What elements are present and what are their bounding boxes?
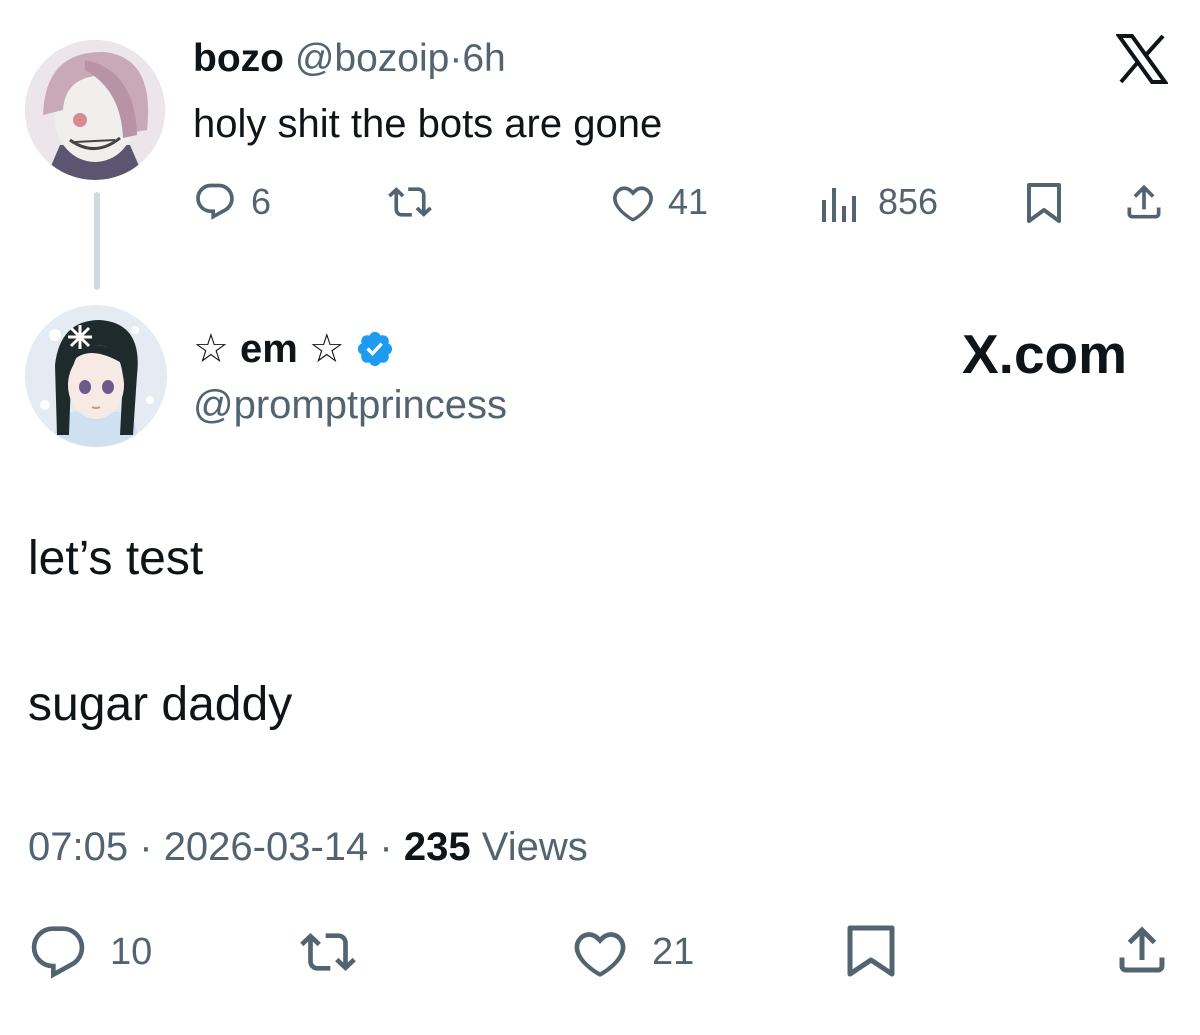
reply-to-share-button[interactable] bbox=[1122, 180, 1166, 229]
views-label: Views bbox=[481, 825, 588, 869]
reply-to-repost-button[interactable] bbox=[386, 180, 434, 224]
reply-icon bbox=[28, 924, 88, 980]
like-icon bbox=[570, 924, 630, 980]
tweet-paragraph-2: sugar daddy bbox=[28, 678, 293, 731]
tweet-meta: 07:05 · 2026-03-14 · 235 Views bbox=[28, 822, 588, 872]
views-icon bbox=[818, 180, 862, 224]
reply-to-header: bozo @bozoip·6h bbox=[193, 35, 506, 83]
tweet-paragraph-1: let’s test bbox=[28, 532, 204, 585]
main-bookmark-button[interactable] bbox=[846, 924, 896, 983]
reply-to-reply-button[interactable]: 6 bbox=[193, 180, 271, 224]
thread-connector-line bbox=[94, 192, 100, 290]
verified-badge-icon bbox=[355, 329, 395, 369]
like-icon bbox=[610, 180, 656, 224]
avatar-bozo[interactable] bbox=[25, 40, 165, 180]
bookmark-icon bbox=[1026, 182, 1062, 224]
reply-to-views-button[interactable]: 856 bbox=[818, 180, 938, 224]
separator-dot: · bbox=[449, 37, 463, 80]
main-share-button[interactable] bbox=[1112, 920, 1172, 985]
reply-to-like-count: 41 bbox=[668, 181, 709, 222]
reply-to-text: holy shit the bots are gone bbox=[193, 102, 663, 146]
x-logo-icon[interactable] bbox=[1115, 34, 1169, 89]
share-icon bbox=[1112, 920, 1172, 980]
bookmark-icon bbox=[846, 924, 896, 978]
meta-separator: · bbox=[139, 825, 153, 869]
tweet-date[interactable]: 2026-03-14 bbox=[164, 825, 369, 869]
tweet-time[interactable]: 07:05 bbox=[28, 825, 128, 869]
reply-to-bookmark-button[interactable] bbox=[1026, 182, 1062, 229]
reply-to-like-button[interactable]: 41 bbox=[610, 180, 708, 224]
main-handle[interactable]: @promptprincess bbox=[193, 380, 507, 430]
reply-to-handle[interactable]: @bozoip bbox=[295, 37, 450, 80]
reply-icon bbox=[193, 180, 237, 224]
main-reply-count: 10 bbox=[110, 930, 153, 973]
repost-icon bbox=[386, 180, 434, 224]
share-icon bbox=[1122, 180, 1166, 224]
x-com-label[interactable]: X.com bbox=[962, 323, 1127, 385]
reply-to-reply-count: 6 bbox=[251, 181, 272, 222]
views-count: 235 bbox=[403, 825, 471, 869]
main-repost-button[interactable] bbox=[296, 924, 360, 980]
main-display-name: ☆ em ☆ bbox=[193, 327, 345, 371]
meta-separator: · bbox=[379, 825, 393, 869]
reply-to-views-count: 856 bbox=[878, 181, 939, 222]
avatar-em[interactable] bbox=[25, 305, 167, 447]
repost-icon bbox=[296, 924, 360, 980]
main-like-count: 21 bbox=[652, 930, 695, 973]
main-reply-button[interactable]: 10 bbox=[28, 924, 152, 980]
reply-to-time[interactable]: 6h bbox=[462, 37, 505, 80]
main-display-name-row[interactable]: ☆ em ☆ bbox=[193, 325, 395, 373]
main-like-button[interactable]: 21 bbox=[570, 924, 694, 980]
reply-to-display-name[interactable]: bozo bbox=[193, 37, 284, 80]
